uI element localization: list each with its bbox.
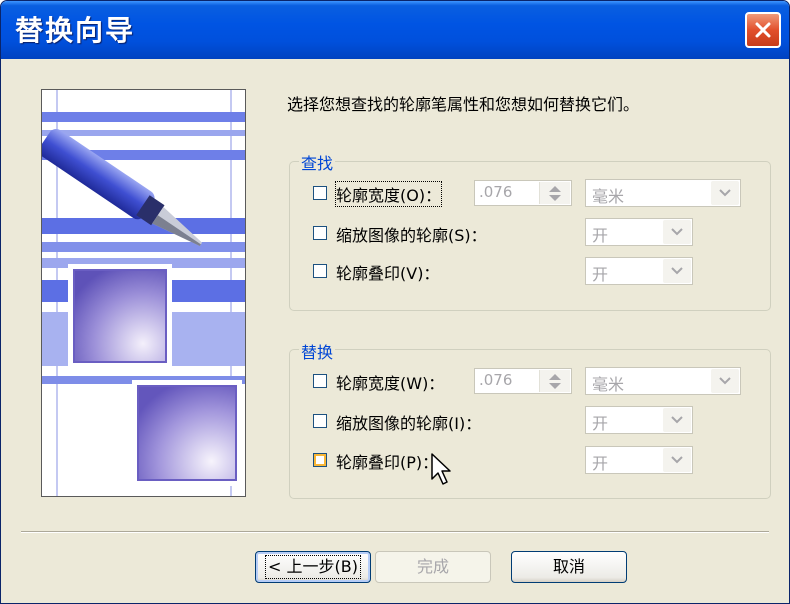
dropdown-button[interactable] xyxy=(663,448,691,472)
dropdown-button[interactable] xyxy=(711,369,739,393)
wizard-illustration xyxy=(41,89,246,497)
find-unit-value: 毫米 xyxy=(592,187,625,206)
find-scale-outline-value: 开 xyxy=(592,226,609,245)
replace-wizard-window: 替换向导 选择您想查找的轮廓笔属性和您想如何替换它们。 查找 轮廓宽度(O)： … xyxy=(0,0,790,604)
dropdown-button[interactable] xyxy=(663,259,691,283)
replace-unit-value: 毫米 xyxy=(592,375,625,394)
footer-separator xyxy=(21,531,769,533)
dropdown-button[interactable] xyxy=(711,181,739,205)
spin-arrows-icon xyxy=(549,186,561,201)
instruction-text: 选择您想查找的轮廓笔属性和您想如何替换它们。 xyxy=(287,95,640,114)
replace-unit-combobox[interactable]: 毫米 xyxy=(585,367,741,395)
chevron-down-icon xyxy=(719,189,731,197)
chevron-down-icon xyxy=(671,456,683,464)
replace-scale-outline-checkbox[interactable] xyxy=(313,414,327,428)
find-outline-width-spinner[interactable]: .076 xyxy=(474,180,572,206)
replace-outline-width-spinner[interactable]: .076 xyxy=(474,368,572,394)
replace-outline-width-checkbox[interactable] xyxy=(313,374,327,388)
cancel-button[interactable]: 取消 xyxy=(511,551,627,583)
back-button-label: < 上一步(B) xyxy=(265,555,361,579)
cancel-button-label: 取消 xyxy=(552,557,585,576)
replace-scale-outline-value: 开 xyxy=(592,414,609,433)
spin-arrows[interactable] xyxy=(539,370,570,392)
chevron-down-icon xyxy=(671,267,683,275)
find-overprint-checkbox[interactable] xyxy=(313,264,327,278)
back-button[interactable]: < 上一步(B) xyxy=(255,551,371,583)
replace-outline-width-value: .076 xyxy=(479,371,513,389)
find-overprint-value: 开 xyxy=(592,265,609,284)
find-unit-combobox[interactable]: 毫米 xyxy=(585,179,741,207)
find-scale-outline-checkbox[interactable] xyxy=(313,226,327,240)
find-overprint-combobox[interactable]: 开 xyxy=(585,257,693,285)
chevron-down-icon xyxy=(671,228,683,236)
chevron-down-icon xyxy=(719,377,731,385)
find-outline-width-label[interactable]: 轮廓宽度(O)： xyxy=(334,181,443,207)
dropdown-button[interactable] xyxy=(663,408,691,432)
spin-arrows-icon xyxy=(549,374,561,389)
find-scale-outline-combobox[interactable]: 开 xyxy=(585,218,693,246)
chevron-down-icon xyxy=(671,416,683,424)
close-button[interactable] xyxy=(745,12,781,48)
window-title: 替换向导 xyxy=(15,14,136,47)
spin-arrows[interactable] xyxy=(539,182,570,204)
mouse-pointer-icon xyxy=(431,453,453,491)
replace-scale-outline-label[interactable]: 缩放图像的轮廓(I)： xyxy=(336,410,481,434)
replace-overprint-label[interactable]: 轮廓叠印(P)： xyxy=(336,449,438,473)
dropdown-button[interactable] xyxy=(663,220,691,244)
replace-overprint-value: 开 xyxy=(592,454,609,473)
replace-group-title: 替换 xyxy=(299,339,336,363)
close-icon xyxy=(755,22,771,38)
replace-overprint-combobox[interactable]: 开 xyxy=(585,446,693,474)
find-scale-outline-label[interactable]: 缩放图像的轮廓(S)： xyxy=(336,222,487,246)
finish-button[interactable]: 完成 xyxy=(375,551,491,583)
replace-outline-width-label[interactable]: 轮廓宽度(W)： xyxy=(336,370,444,394)
find-outline-width-value: .076 xyxy=(479,183,513,201)
find-outline-width-checkbox[interactable] xyxy=(313,186,327,200)
replace-overprint-checkbox[interactable] xyxy=(313,453,327,467)
find-group-title: 查找 xyxy=(299,150,336,174)
find-overprint-label[interactable]: 轮廓叠印(V)： xyxy=(336,260,439,284)
replace-scale-outline-combobox[interactable]: 开 xyxy=(585,406,693,434)
title-bar[interactable]: 替换向导 xyxy=(1,1,789,59)
finish-button-label: 完成 xyxy=(416,557,449,576)
